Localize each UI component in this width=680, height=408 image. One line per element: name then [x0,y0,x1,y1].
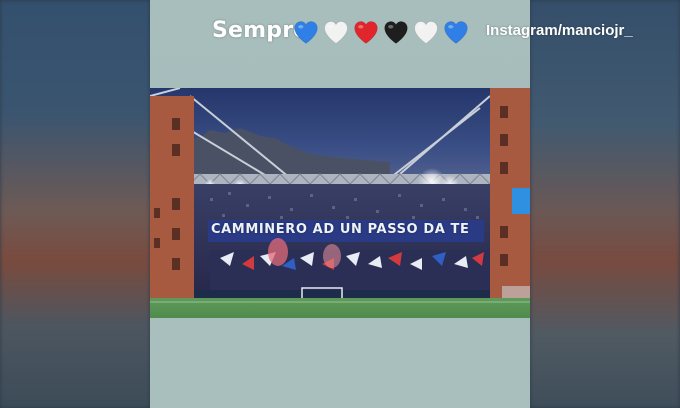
video-frame: Sempre Instagram/manciojr_ CAMMINERO AD … [0,0,680,408]
story-background [150,318,530,408]
blurred-background-right [530,0,680,408]
blue-heart-icon [294,21,318,44]
pitch [150,298,530,318]
advertising-boards [170,290,510,298]
banner-slogan: CAMMINERO AD UN PASSO DA TE [211,222,470,237]
railing [502,286,530,298]
blurred-background-left [0,0,150,408]
blue-heart-icon [444,21,468,44]
stadium-photo [150,88,530,318]
scoreboard [512,188,530,214]
heart-emoji-row [292,18,470,52]
instagram-handle: Instagram/manciojr_ [486,22,633,39]
stadium-illustration [150,88,530,318]
white-heart-icon [324,21,348,44]
red-heart-icon [354,21,378,44]
black-heart-icon [384,21,408,44]
white-heart-icon [414,21,438,44]
